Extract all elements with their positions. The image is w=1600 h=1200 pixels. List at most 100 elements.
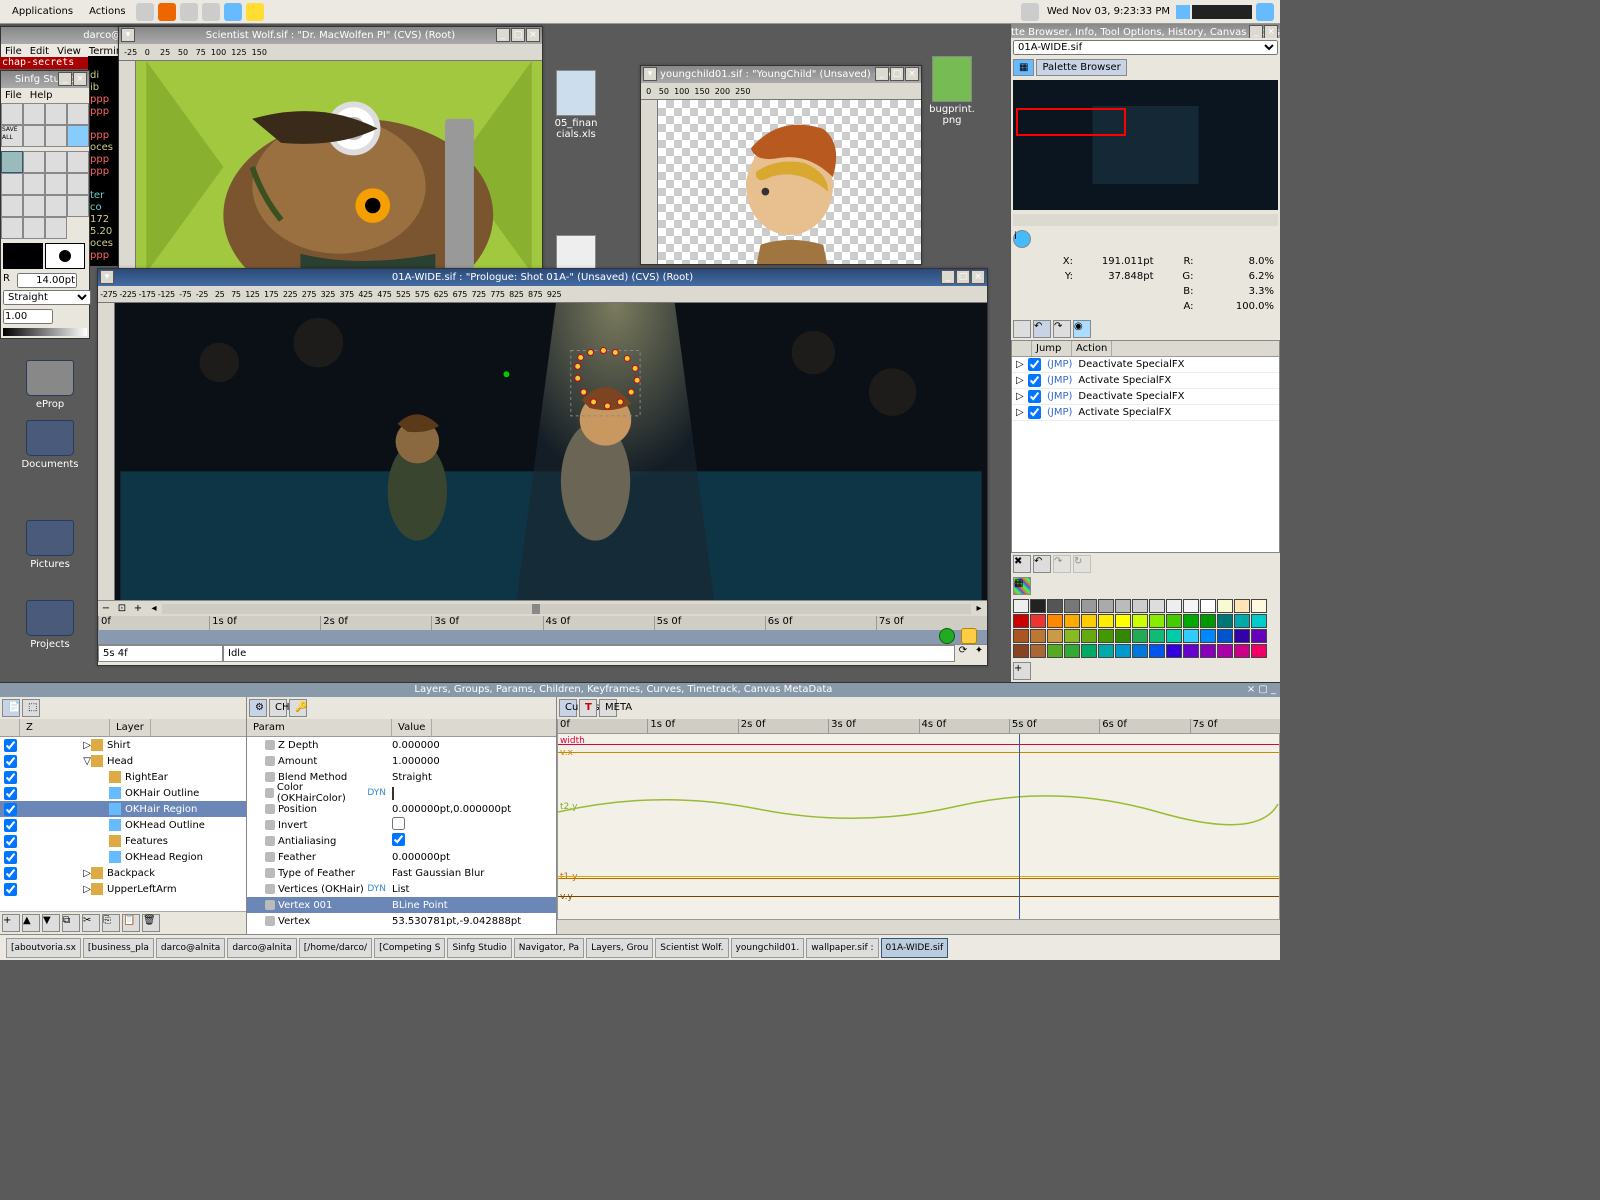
history-checkbox[interactable]	[1028, 406, 1041, 419]
next-frame-icon[interactable]: ▸	[971, 603, 987, 614]
add-color-icon[interactable]: +	[1013, 662, 1031, 680]
snap-icon[interactable]: ✦	[971, 645, 987, 662]
maximize-icon[interactable]: ▢	[890, 67, 904, 81]
palette-swatch[interactable]	[1098, 599, 1114, 613]
minimize-icon[interactable]: _	[941, 270, 955, 284]
params-tab-icon[interactable]: ⚙	[249, 699, 267, 717]
prev-frame-icon[interactable]: ◂	[146, 603, 162, 614]
palette-swatch[interactable]	[1217, 599, 1233, 613]
layer-visible-checkbox[interactable]	[4, 771, 17, 784]
palette-swatch[interactable]	[1115, 629, 1131, 643]
history-checkbox[interactable]	[1028, 374, 1041, 387]
layer-row[interactable]: Features	[0, 833, 246, 849]
palette-swatch[interactable]	[1081, 644, 1097, 658]
time-input[interactable]	[98, 645, 223, 662]
param-row[interactable]: Amount1.000000	[247, 753, 556, 769]
new-icon[interactable]	[1, 103, 23, 125]
app-icon[interactable]	[246, 3, 264, 21]
groups-tab-icon[interactable]: ⬚	[22, 699, 40, 717]
palette-swatch[interactable]	[1064, 614, 1080, 628]
linestyle-select[interactable]: Straight	[3, 290, 91, 305]
layer-cut-icon[interactable]: ✂	[82, 914, 100, 932]
layer-visible-checkbox[interactable]	[4, 867, 17, 880]
layer-row[interactable]: OKHair Outline	[0, 785, 246, 801]
param-row[interactable]: Position0.000000pt,0.000000pt	[247, 801, 556, 817]
palette-swatch[interactable]	[1064, 629, 1080, 643]
minimize-icon[interactable]: _	[58, 72, 72, 86]
param-checkbox[interactable]	[392, 833, 405, 846]
layer-visible-checkbox[interactable]	[4, 835, 17, 848]
gradient-preview[interactable]	[3, 328, 87, 336]
info-icon[interactable]: i	[1013, 230, 1031, 248]
menu-file[interactable]: File	[5, 46, 22, 57]
keyframes-tab-icon[interactable]: 🔑	[289, 699, 307, 717]
record-icon[interactable]	[939, 628, 955, 644]
curve-hscroll[interactable]	[557, 920, 1280, 934]
globe-icon[interactable]: ◉	[1073, 320, 1091, 338]
layer-visible-checkbox[interactable]	[4, 803, 17, 816]
tool-bline[interactable]	[67, 151, 89, 173]
palette-swatch[interactable]	[1251, 644, 1267, 658]
palette-swatch[interactable]	[1251, 614, 1267, 628]
desktop-icon-eprop[interactable]: eProp	[15, 360, 85, 410]
close-icon[interactable]: ×	[73, 72, 87, 86]
size-input[interactable]	[17, 273, 77, 288]
menu-applications[interactable]: Applications	[4, 4, 81, 19]
layer-row[interactable]: ▽ Head	[0, 753, 246, 769]
file-xls[interactable]: 05_finan cials.xls	[552, 70, 600, 140]
time-slider[interactable]	[162, 604, 971, 614]
palette-swatch[interactable]	[1166, 629, 1182, 643]
layer-visible-checkbox[interactable]	[4, 739, 17, 752]
app-icon[interactable]	[224, 3, 242, 21]
opacity-input[interactable]	[3, 309, 53, 324]
taskbar-item[interactable]: Navigator, Pa	[514, 938, 584, 958]
minimize-icon[interactable]: _	[875, 67, 889, 81]
close-icon[interactable]: ×	[1264, 25, 1278, 38]
close-icon[interactable]: × ▢ _	[1247, 683, 1276, 697]
menu-actions[interactable]: Actions	[81, 4, 134, 19]
palette-swatch[interactable]	[1115, 599, 1131, 613]
zoom-in-icon[interactable]: +	[130, 603, 146, 614]
taskbar-item[interactable]: Sinfg Studio	[447, 938, 511, 958]
tool-arrow[interactable]	[1, 173, 23, 195]
layer-up-icon[interactable]: ▲	[22, 914, 40, 932]
param-row[interactable]: Z Depth0.000000	[247, 737, 556, 753]
zoom-fit-icon[interactable]: ⊡	[114, 603, 130, 614]
menu-icon[interactable]: ▾	[100, 270, 114, 284]
history-item[interactable]: ▷ (JMP)Activate SpecialFX	[1012, 373, 1279, 389]
palette-swatch[interactable]	[1098, 644, 1114, 658]
navigator-rect[interactable]	[1016, 108, 1126, 136]
param-row[interactable]: Feather0.000000pt	[247, 849, 556, 865]
close-icon[interactable]: ×	[526, 28, 540, 42]
palette-swatch[interactable]	[1098, 614, 1114, 628]
clock[interactable]: Wed Nov 03, 9:23:33 PM	[1041, 6, 1176, 17]
layer-tree[interactable]: ▷ Shirt▽ HeadRightEarOKHair OutlineOKHai…	[0, 737, 246, 911]
taskbar-item[interactable]: darco@alnita	[156, 938, 225, 958]
file-bugprint[interactable]: bugprint. png	[928, 56, 976, 126]
history-checkbox[interactable]	[1028, 390, 1041, 403]
app-icon[interactable]	[202, 3, 220, 21]
maximize-icon[interactable]: ▢	[511, 28, 525, 42]
palette-swatch[interactable]	[1183, 629, 1199, 643]
palette-swatch[interactable]	[1030, 614, 1046, 628]
redo2-icon[interactable]: ↷	[1053, 555, 1071, 573]
saveall-button[interactable]: SAVE ALL	[1, 125, 23, 147]
palette-swatch[interactable]	[1132, 629, 1148, 643]
palette-swatch[interactable]	[1047, 629, 1063, 643]
layer-visible-checkbox[interactable]	[4, 851, 17, 864]
taskbar-item[interactable]: Layers, Grou	[586, 938, 653, 958]
redo-tab-icon[interactable]: ↷	[1053, 320, 1071, 338]
param-tree[interactable]: Z Depth0.000000Amount1.000000Blend Metho…	[247, 737, 556, 934]
tool-misc[interactable]	[45, 217, 67, 239]
app-icon[interactable]	[180, 3, 198, 21]
palette-swatch[interactable]	[1013, 644, 1029, 658]
volume-icon[interactable]	[1021, 3, 1039, 21]
tool-sketch[interactable]	[1, 217, 23, 239]
palette-swatch[interactable]	[1047, 614, 1063, 628]
open-icon[interactable]	[23, 103, 45, 125]
menu-view[interactable]: View	[57, 46, 81, 57]
palette-swatch[interactable]	[1132, 644, 1148, 658]
palette-swatch[interactable]	[1234, 644, 1250, 658]
tool-rotate[interactable]	[45, 151, 67, 173]
desktop-icon-pictures[interactable]: Pictures	[15, 520, 85, 570]
